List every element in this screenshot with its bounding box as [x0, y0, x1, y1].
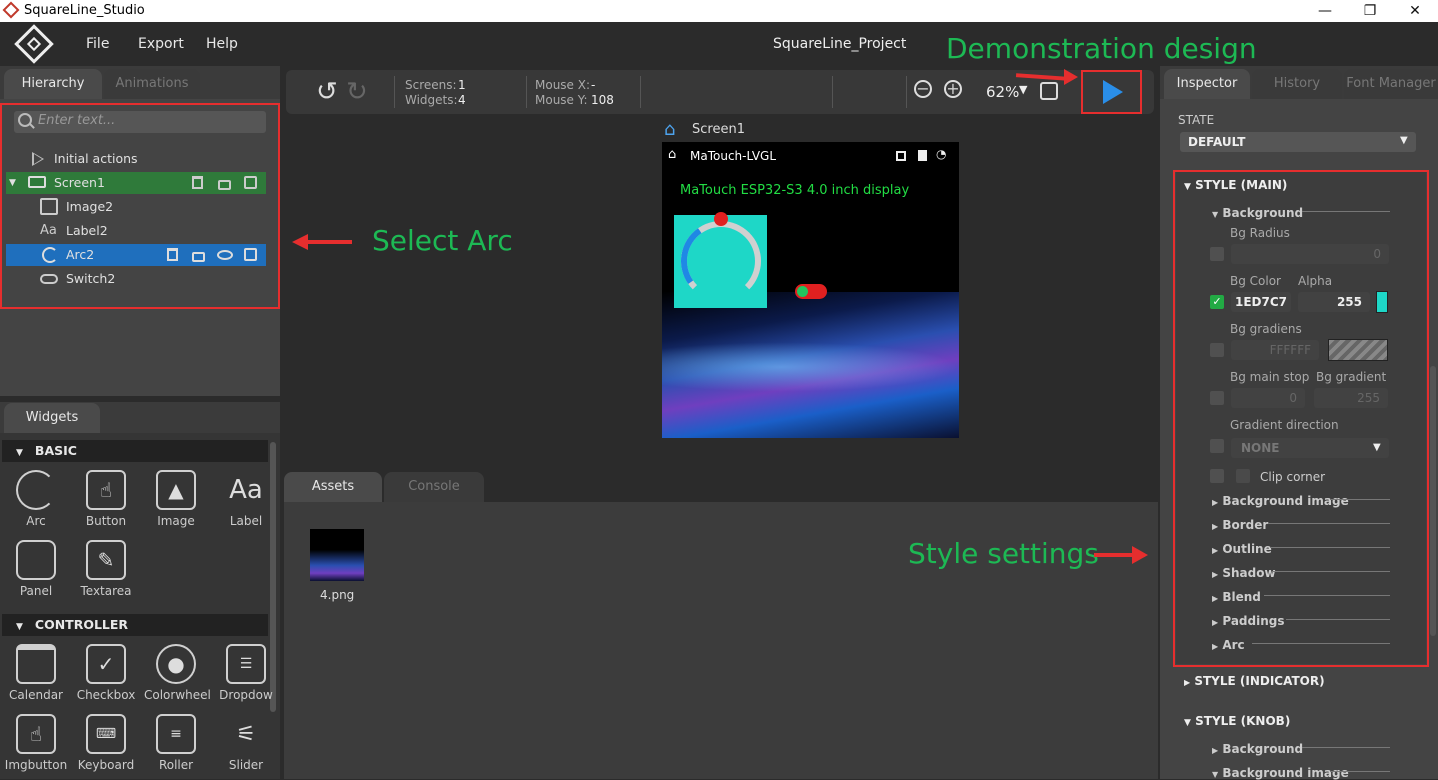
menu-file[interactable]: File — [86, 36, 109, 52]
image-icon: ▲ — [156, 470, 196, 510]
project-name: SquareLine_Project — [773, 36, 907, 52]
window-titlebar: SquareLine_Studio — ❐ ✕ — [0, 0, 1438, 22]
asset-name: 4.png — [320, 588, 355, 602]
tab-font-manager[interactable]: Font Manager — [1344, 69, 1438, 99]
tab-history[interactable]: History — [1252, 69, 1342, 99]
palette-icon: ● — [156, 644, 196, 684]
widgets-panel: Widgets ▼ BASIC Arc ☝ Button ▲ Image Aa Labe… — [0, 402, 280, 779]
assets-panel: Assets Console 4.png — [282, 470, 1158, 779]
calendar-icon — [16, 644, 56, 684]
play-button-highlight-box — [1081, 70, 1142, 114]
widget-imgbutton[interactable]: ☝ Imgbutton — [4, 714, 68, 772]
widget-roller[interactable]: ≡ Roller — [144, 714, 208, 772]
section-basic[interactable]: ▼ BASIC — [2, 440, 268, 462]
asset-thumbnail[interactable] — [310, 529, 364, 581]
redo-icon[interactable]: ↻ — [346, 77, 368, 107]
keyboard-icon: ⌨ — [86, 714, 126, 754]
window-title: SquareLine_Studio — [24, 3, 145, 18]
home-icon: ⌂ — [664, 119, 676, 140]
chevron-down-icon[interactable]: ▼ — [1019, 83, 1027, 96]
zoom-in-icon[interactable]: + — [944, 80, 962, 98]
widget-image[interactable]: ▲ Image — [144, 470, 208, 528]
edit-icon: ✎ — [86, 540, 126, 580]
annotation-style-settings: Style settings — [908, 537, 1099, 570]
widget-button[interactable]: ☝ Button — [74, 470, 138, 528]
annotation-demonstration-design: Demonstration design — [946, 32, 1257, 65]
checkbox-icon: ✓ — [86, 644, 126, 684]
knob-background-image-header[interactable]: ▼ Background image — [1212, 766, 1349, 780]
widget-calendar[interactable]: Calendar — [4, 644, 68, 702]
widget-checkbox[interactable]: ✓ Checkbox — [74, 644, 138, 702]
tab-hierarchy[interactable]: Hierarchy — [4, 69, 102, 99]
undo-icon[interactable]: ↺ — [316, 77, 338, 107]
hand-pointer-icon: ☝ — [86, 470, 126, 510]
arc-knob[interactable] — [714, 212, 728, 226]
wifi-icon: ◔ — [936, 147, 947, 161]
switch-widget[interactable] — [795, 284, 827, 299]
state-dropdown[interactable]: DEFAULT ▼ — [1180, 132, 1416, 152]
chip-icon — [896, 151, 906, 161]
knob-background-header[interactable]: ▶ Background — [1212, 742, 1303, 756]
zoom-out-icon[interactable]: − — [914, 80, 932, 98]
style-main-highlight-box — [1173, 170, 1429, 667]
arrow-to-arc — [306, 240, 352, 244]
close-button[interactable]: ✕ — [1395, 1, 1435, 21]
menu-export[interactable]: Export — [138, 36, 184, 52]
app-logo-icon — [2, 1, 20, 19]
tab-inspector[interactable]: Inspector — [1164, 69, 1250, 99]
squareline-logo-icon[interactable] — [14, 24, 54, 64]
hierarchy-highlight-box — [0, 103, 280, 309]
tab-animations[interactable]: Animations — [104, 69, 200, 99]
slider-icon: ⚟ — [236, 721, 256, 747]
sd-card-icon — [918, 150, 927, 161]
tab-assets[interactable]: Assets — [284, 472, 382, 502]
arc-widget[interactable] — [674, 212, 768, 308]
tab-console[interactable]: Console — [384, 472, 484, 502]
style-knob-header[interactable]: ▼ STYLE (KNOB) — [1184, 714, 1290, 728]
canvas-area: ⌂ Screen1 ⌂ MaTouch-LVGL ◔ MaTouch ESP32… — [282, 116, 1158, 466]
widget-label[interactable]: Aa Label — [214, 470, 278, 528]
background-image-icon[interactable] — [1040, 82, 1058, 100]
zoom-level[interactable]: 62% — [986, 83, 1019, 101]
widget-keyboard[interactable]: ⌨ Keyboard — [74, 714, 138, 772]
widget-arc[interactable]: Arc — [4, 470, 68, 528]
style-indicator-header[interactable]: ▶ STYLE (INDICATOR) — [1184, 674, 1325, 688]
tab-widgets[interactable]: Widgets — [4, 403, 100, 433]
widget-panel[interactable]: Panel — [4, 540, 68, 598]
widget-textarea[interactable]: ✎ Textarea — [74, 540, 138, 598]
device-home-icon: ⌂ — [668, 147, 677, 162]
device-screen[interactable]: ⌂ MaTouch-LVGL ◔ MaTouch ESP32-S3 4.0 in… — [662, 142, 959, 438]
widget-slider[interactable]: ⚟ Slider — [214, 714, 278, 773]
device-title: MaTouch-LVGL — [690, 149, 777, 163]
roller-icon: ≡ — [156, 714, 196, 754]
widget-dropdown[interactable]: ☰ Dropdow — [214, 644, 278, 702]
annotation-select-arc: Select Arc — [372, 224, 513, 257]
section-controller[interactable]: ▼ CONTROLLER — [2, 614, 268, 636]
screen-name-label: Screen1 — [692, 122, 745, 137]
arrow-to-style — [1094, 553, 1134, 557]
device-label: MaTouch ESP32-S3 4.0 inch display — [680, 183, 910, 198]
inspector-scrollbar[interactable] — [1430, 366, 1436, 636]
widget-colorwheel[interactable]: ● Colorwheel — [144, 644, 211, 702]
menu-help[interactable]: Help — [206, 36, 238, 52]
chevron-down-icon: ▼ — [1400, 135, 1408, 146]
maximize-button[interactable]: ❐ — [1350, 1, 1390, 21]
minimize-button[interactable]: — — [1305, 1, 1345, 21]
imgbutton-icon: ☝ — [16, 714, 56, 754]
dropdown-icon: ☰ — [226, 644, 266, 684]
